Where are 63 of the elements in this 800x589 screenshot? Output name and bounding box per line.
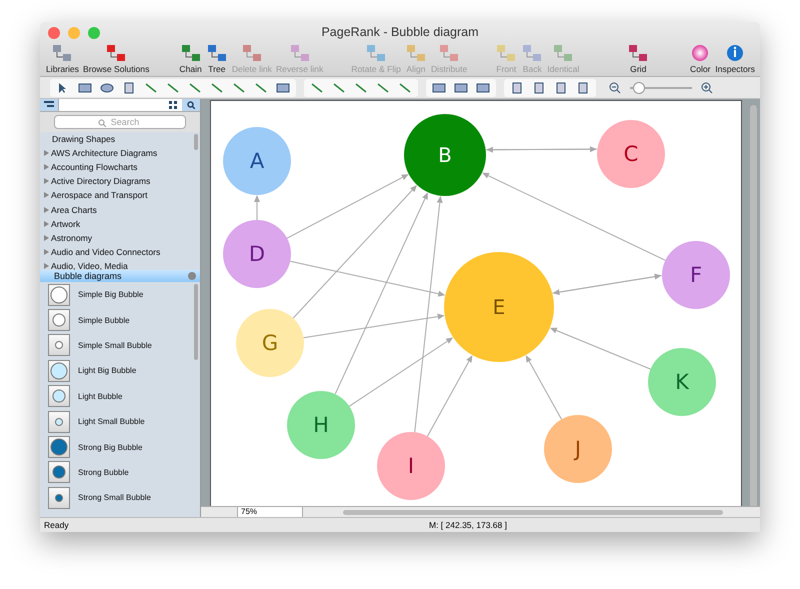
library-item[interactable]: Aerospace and Transport — [40, 188, 200, 202]
tree-view-tab[interactable] — [40, 99, 58, 111]
shape-label[interactable]: Strong Big Bubble — [78, 442, 142, 452]
list-icon — [44, 101, 54, 109]
mouse-coordinates: M: [ 242.35, 173.68 ] — [429, 520, 507, 530]
bubble-shape-icon[interactable] — [48, 461, 70, 484]
bubble: A — [223, 127, 291, 195]
toolbar-button[interactable]: Libraries — [44, 43, 81, 74]
toolbar-button[interactable]: Tree — [204, 43, 230, 74]
bubble: K — [648, 348, 716, 416]
zoom-field[interactable]: 75% — [237, 507, 303, 517]
bubble-shape-icon[interactable] — [48, 309, 70, 332]
library-item[interactable]: Astronomy — [40, 230, 200, 245]
toolbar-button[interactable]: Chain — [177, 43, 204, 74]
library-item[interactable]: Active Directory Diagrams — [40, 174, 200, 188]
close-button[interactable] — [48, 27, 60, 39]
toolbar-button[interactable]: Inspectors — [713, 43, 757, 74]
arrow — [254, 195, 260, 220]
bubble: H — [287, 391, 355, 459]
grid-view-icon[interactable] — [164, 99, 182, 111]
zoom-slider[interactable] — [630, 82, 692, 94]
shape-label[interactable]: Light Small Bubble — [78, 417, 145, 426]
bubble: F — [662, 241, 730, 309]
bubble-shape-icon[interactable] — [48, 360, 70, 382]
bubble: D — [223, 220, 291, 288]
library-item[interactable]: Audio and Video Connectors — [40, 244, 200, 259]
shape-label[interactable]: Simple Big Bubble — [78, 290, 144, 300]
toolbar-button[interactable]: Grid — [625, 43, 652, 74]
bubble-shape-icon[interactable] — [48, 410, 70, 433]
bubble-shape-icon[interactable] — [48, 385, 70, 408]
library-item[interactable]: Area Charts — [40, 202, 200, 217]
library-item[interactable]: AWS Architecture Diagrams — [40, 146, 200, 160]
bubble-shape-icon[interactable] — [48, 436, 70, 458]
filter-field[interactable] — [58, 99, 164, 111]
search-field[interactable]: Search — [54, 115, 186, 129]
window-title: PageRank - Bubble diagram — [321, 25, 479, 39]
library-item[interactable]: Artwork — [40, 216, 200, 231]
bubble: B — [404, 114, 486, 196]
shape-label[interactable]: Simple Bubble — [78, 316, 130, 325]
scrollbar[interactable] — [750, 105, 757, 509]
bubble-shape-icon[interactable] — [48, 334, 70, 356]
chain-icon — [180, 43, 202, 63]
bubble: J — [544, 415, 612, 483]
toolbar-button[interactable]: Color — [687, 43, 714, 74]
shape-label[interactable]: Light Big Bubble — [78, 366, 136, 376]
bubble: G — [236, 309, 304, 377]
library-item[interactable]: Accounting Flowcharts — [40, 160, 200, 174]
bubble-shape-icon[interactable] — [48, 486, 70, 509]
shape-label[interactable]: Strong Bubble — [78, 468, 129, 477]
close-icon[interactable] — [188, 272, 196, 280]
scrollbar[interactable] — [343, 510, 723, 514]
scrollbar[interactable] — [194, 134, 198, 150]
toolbar-button[interactable]: Browse Solutions — [80, 43, 152, 74]
bubble: E — [444, 252, 554, 362]
bubble: I — [377, 432, 445, 500]
library-item[interactable]: Drawing Shapes — [40, 132, 200, 146]
shape-label[interactable]: Simple Small Bubble — [78, 340, 152, 350]
bubble: C — [597, 120, 665, 188]
scrollbar[interactable] — [194, 284, 198, 360]
shape-label[interactable]: Strong Small Bubble — [78, 493, 151, 502]
status-text: Ready — [43, 520, 70, 530]
bubble-shape-icon[interactable] — [48, 284, 70, 306]
shape-label[interactable]: Light Bubble — [78, 392, 122, 401]
